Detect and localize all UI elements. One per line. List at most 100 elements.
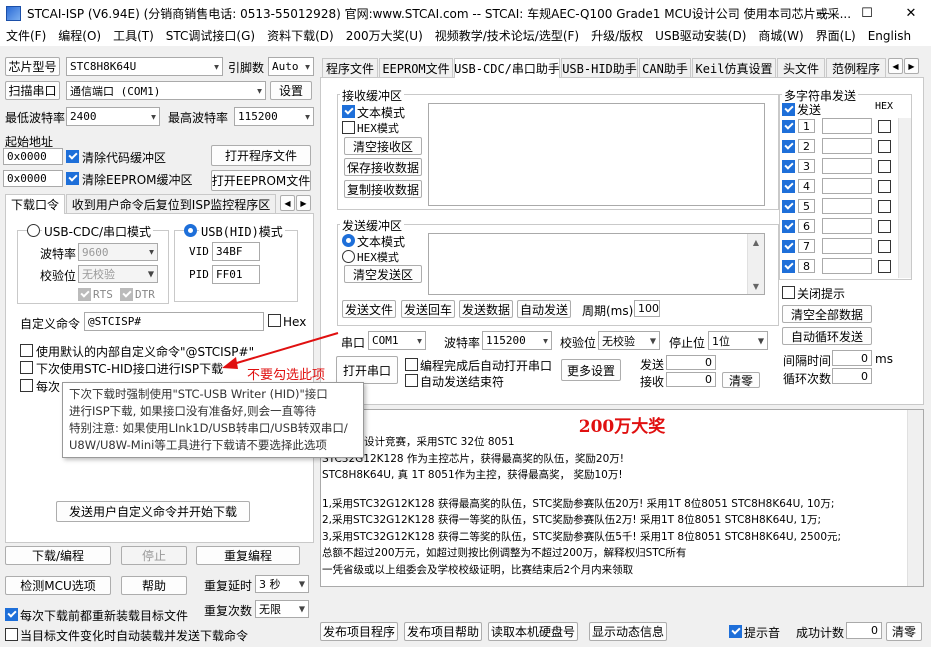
cdc-mode-radio[interactable] xyxy=(27,224,40,237)
use-hid-interface-checkbox[interactable] xyxy=(20,361,33,374)
menu-usb-driver[interactable]: USB驱动安装(D) xyxy=(649,26,752,46)
close-tip-checkbox[interactable] xyxy=(782,286,795,299)
multi-row-checkbox[interactable] xyxy=(782,160,795,173)
read-disk-id-button[interactable]: 读取本机硬盘号 xyxy=(488,622,578,641)
multi-row-checkbox[interactable] xyxy=(782,200,795,213)
clear-all-data-button[interactable]: 清空全部数据 xyxy=(782,305,872,323)
menu-upgrade[interactable]: 升级/版权 xyxy=(585,26,649,46)
auto-open-serial-checkbox[interactable] xyxy=(405,358,418,371)
serial-baud-select[interactable]: 115200 ▼ xyxy=(482,331,552,350)
multi-row-checkbox[interactable] xyxy=(782,140,795,153)
multi-row-hex-checkbox[interactable] xyxy=(878,200,891,213)
auto-end-checkbox[interactable] xyxy=(405,374,418,387)
multi-row-input[interactable] xyxy=(822,138,872,154)
port-select[interactable]: 通信端口 (COM1) ▼ xyxy=(66,81,266,100)
tab-reset-to-isp[interactable]: 收到用户命令后复位到ISP监控程序区 xyxy=(66,194,276,214)
tab-can-assistant[interactable]: CAN助手 xyxy=(639,58,691,78)
clear-eeprom-checkbox[interactable] xyxy=(66,172,79,185)
tab-header-files[interactable]: 头文件 xyxy=(777,58,825,78)
tab-keil-settings[interactable]: Keil仿真设置 xyxy=(692,58,776,78)
menu-tools[interactable]: 工具(T) xyxy=(107,26,160,46)
tab-scroll-left-icon[interactable]: ◀ xyxy=(280,195,295,211)
receive-textarea[interactable] xyxy=(428,103,765,206)
stop-button[interactable]: 停止 xyxy=(121,546,187,565)
close-icon[interactable]: ✕ xyxy=(889,0,931,26)
menu-award[interactable]: 200万大奖(U) xyxy=(340,26,429,46)
clear-send-button[interactable]: 清空发送区 xyxy=(344,265,422,283)
multi-row-hex-checkbox[interactable] xyxy=(878,160,891,173)
period-input[interactable]: 100 xyxy=(634,300,660,317)
multi-row-input[interactable] xyxy=(822,118,872,134)
min-baud-select[interactable]: 2400 ▼ xyxy=(66,107,160,126)
auto-load-checkbox[interactable] xyxy=(5,628,18,641)
multi-row-checkbox[interactable] xyxy=(782,220,795,233)
multi-row-hex-checkbox[interactable] xyxy=(878,240,891,253)
dtr-checkbox[interactable] xyxy=(120,288,133,301)
repeat-program-button[interactable]: 重复编程 xyxy=(196,546,300,565)
publish-help-button[interactable]: 发布项目帮助 xyxy=(404,622,482,641)
send-hex-mode-radio[interactable] xyxy=(342,250,355,263)
multi-row-hex-checkbox[interactable] xyxy=(878,220,891,233)
rts-checkbox[interactable] xyxy=(78,288,91,301)
repeat-delay-select[interactable]: 3 秒 ▼ xyxy=(255,575,309,593)
show-dynamic-info-button[interactable]: 显示动态信息 xyxy=(589,622,667,641)
vid-input[interactable]: 34BF xyxy=(212,242,260,261)
info-scrollbar[interactable] xyxy=(907,410,923,586)
maximize-icon[interactable]: ☐ xyxy=(845,0,889,26)
clear-receive-button[interactable]: 清空接收区 xyxy=(344,137,422,155)
serial-port-select[interactable]: COM1 ▼ xyxy=(368,331,426,350)
stop-bits-select[interactable]: 1位 ▼ xyxy=(708,331,768,350)
port-settings-button[interactable]: 设置 xyxy=(270,81,312,100)
info-output-area[interactable]: 200万大奖 学生电子设计竞赛，采用STC 32位 8051 STC32G12K1… xyxy=(320,409,924,587)
tab-examples[interactable]: 范例程序 xyxy=(826,58,886,78)
tab-usb-hid-assistant[interactable]: USB-HID助手 xyxy=(561,58,638,78)
repeat-count-select[interactable]: 无限 ▼ xyxy=(255,600,309,618)
open-serial-button[interactable]: 打开串口 xyxy=(336,356,398,384)
chip-model-button[interactable]: 芯片型号 xyxy=(5,57,60,76)
hid-mode-radio[interactable] xyxy=(184,224,197,237)
serial-parity-select[interactable]: 无校验 ▼ xyxy=(598,331,660,350)
scroll-down-icon[interactable]: ▼ xyxy=(748,278,764,294)
multi-row-input[interactable] xyxy=(822,198,872,214)
menu-ui[interactable]: 界面(L) xyxy=(810,26,862,46)
recv-hex-mode-checkbox[interactable] xyxy=(342,121,355,134)
chip-model-select[interactable]: STC8H8K64U ▼ xyxy=(66,57,223,76)
minimize-icon[interactable]: — xyxy=(801,0,845,26)
reload-each-checkbox[interactable] xyxy=(5,608,18,621)
max-baud-select[interactable]: 115200 ▼ xyxy=(234,107,314,126)
code-address-input[interactable]: 0x0000 xyxy=(3,148,63,165)
multi-row-hex-checkbox[interactable] xyxy=(878,140,891,153)
pid-input[interactable]: FF01 xyxy=(212,265,260,284)
multi-row-input[interactable] xyxy=(822,258,872,274)
send-file-button[interactable]: 发送文件 xyxy=(342,300,396,318)
tab-eeprom-file[interactable]: EEPROM文件 xyxy=(379,58,453,78)
menu-store[interactable]: 商城(W) xyxy=(752,26,809,46)
multi-send-all-checkbox[interactable] xyxy=(782,103,795,116)
send-textarea[interactable] xyxy=(428,233,765,295)
open-eeprom-file-button[interactable]: 打开EEPROM文件 xyxy=(211,170,311,191)
multi-row-input[interactable] xyxy=(822,158,872,174)
clear-success-button[interactable]: 清零 xyxy=(886,622,922,641)
send-scrollbar[interactable]: ▲ ▼ xyxy=(747,234,764,294)
baud-select[interactable]: 9600 ▼ xyxy=(78,243,158,261)
multi-scrollbar[interactable] xyxy=(898,118,911,278)
multi-row-hex-checkbox[interactable] xyxy=(878,260,891,273)
tab-program-file[interactable]: 程序文件 xyxy=(322,58,378,78)
auto-send-button[interactable]: 自动发送 xyxy=(517,300,571,318)
multi-row-hex-checkbox[interactable] xyxy=(878,180,891,193)
eeprom-address-input[interactable]: 0x0000 xyxy=(3,170,63,187)
send-data-button[interactable]: 发送数据 xyxy=(459,300,513,318)
scan-port-button[interactable]: 扫描串口 xyxy=(5,81,60,100)
use-default-command-checkbox[interactable] xyxy=(20,344,33,357)
open-program-file-button[interactable]: 打开程序文件 xyxy=(211,145,311,166)
auto-loop-send-button[interactable]: 自动循环发送 xyxy=(782,327,872,345)
tab-download-password[interactable]: 下载口令 xyxy=(5,194,65,214)
multi-row-input[interactable] xyxy=(822,238,872,254)
help-button[interactable]: 帮助 xyxy=(121,576,187,595)
recv-text-mode-checkbox[interactable] xyxy=(342,105,355,118)
tab-usb-cdc-assistant[interactable]: USB-CDC/串口助手 xyxy=(454,58,560,78)
menu-download[interactable]: 资料下载(D) xyxy=(261,26,340,46)
menu-file[interactable]: 文件(F) xyxy=(0,26,52,46)
multi-row-hex-checkbox[interactable] xyxy=(878,120,891,133)
multi-row-checkbox[interactable] xyxy=(782,240,795,253)
